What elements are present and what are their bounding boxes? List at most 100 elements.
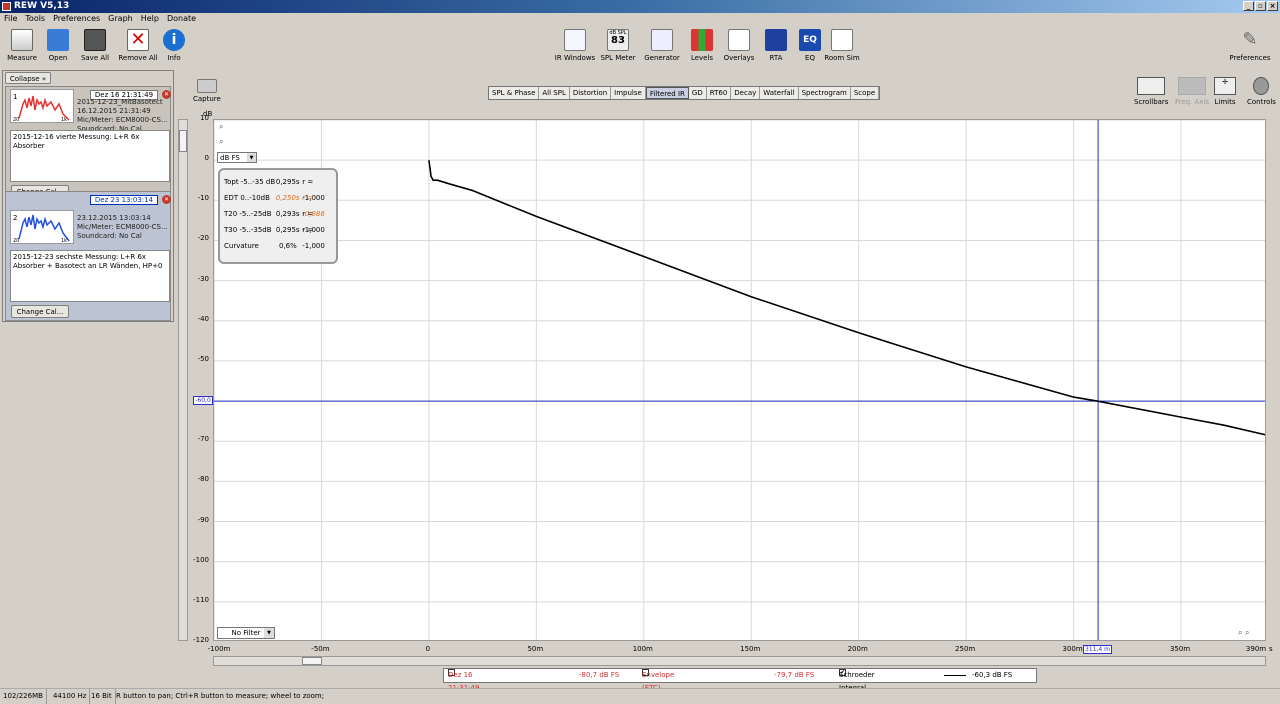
tab-scope[interactable]: Scope (850, 87, 880, 99)
maximize-button[interactable]: ▫ (1255, 1, 1266, 11)
menu-tools[interactable]: Tools (25, 13, 45, 25)
measurement-thumbnail: 1 20 1k (10, 89, 74, 123)
rta-icon (765, 29, 787, 51)
spl-meter-icon: dB SPL 83 (607, 29, 629, 51)
collapse-button[interactable]: Collapse « (5, 72, 51, 84)
x-tick-label: 250m (955, 645, 976, 653)
y-tick-label: 10 (200, 114, 209, 122)
tab-distortion[interactable]: Distortion (569, 87, 612, 99)
preferences-button[interactable]: ✎ Preferences (1228, 29, 1272, 62)
scrollbars-button[interactable]: Scrollbars (1134, 77, 1168, 106)
close-button[interactable]: × (1267, 1, 1278, 11)
y-tick-label: -120 (193, 636, 209, 644)
legend-value: -60,3 dB FS (972, 671, 1013, 679)
measurement-item-2[interactable]: Dez 23 13:03:14 ✕ 2 20 1k 23.12.2015 13:03… (5, 191, 171, 321)
menu-help[interactable]: Help (141, 13, 159, 25)
info-button[interactable]: i Info (152, 29, 196, 62)
y-tick-label: 0 (204, 154, 209, 163)
svg-text:1: 1 (13, 93, 17, 101)
window-title: REW V5,13 (14, 1, 70, 11)
tab-rt60[interactable]: RT60 (706, 87, 732, 99)
zoom-x-icon[interactable]: ⌕ ⌕ (1238, 628, 1250, 638)
status-hint: R button to pan; Ctrl+R button to measur… (116, 692, 325, 700)
delete-measurement-icon[interactable]: ✕ (162, 195, 171, 204)
measurement-notes[interactable]: 2015-12-16 vierte Messung: L+R 6x Absorb… (10, 130, 170, 182)
stat-row-t30: T30 -5..-35dB 0,295s r = -1,000 (224, 226, 325, 250)
legend-line-swatch (944, 675, 966, 676)
menu-graph[interactable]: Graph (108, 13, 133, 25)
overlays-icon (728, 29, 750, 51)
y-tick-label: -100 (193, 555, 209, 564)
toolbar: Measure Open Save All ✕ Remove All i Info … (0, 25, 1280, 70)
menu-bar: File Tools Preferences Graph Help Donate (0, 13, 1280, 25)
spl-meter-button[interactable]: dB SPL 83 SPL Meter (596, 29, 640, 62)
freq-axis-button: Freq. Axis (1175, 77, 1209, 106)
y-tick-label: -50 (197, 354, 209, 363)
ir-windows-icon (564, 29, 586, 51)
filter-select[interactable]: No Filter ▼ (217, 627, 275, 639)
legend-value: -80,7 dB FS (579, 671, 620, 679)
schroeder-chart (214, 120, 1265, 640)
x-tick-label: -100m (207, 645, 231, 653)
room-sim-button[interactable]: Room Sim (820, 29, 864, 62)
minimize-button[interactable]: _ (1243, 1, 1254, 11)
controls-button[interactable]: Controls (1247, 77, 1276, 106)
ir-windows-button[interactable]: IR Windows (553, 29, 597, 62)
tab-gd[interactable]: GD (688, 87, 707, 99)
measurement-info: 23.12.2015 13:03:14 Mic/Meter: ECM8000-C… (77, 214, 168, 240)
measurement-thumbnail: 2 20 1k (10, 210, 74, 244)
measurement-info: 2015-12-23_MitBasotect 16.12.2015 21:31:… (77, 98, 168, 133)
chevron-down-icon: ▼ (264, 628, 274, 638)
svg-text:2: 2 (13, 214, 17, 222)
thumbnail-plot: 2 20 1k (13, 214, 70, 244)
scroll-thumb[interactable] (179, 130, 187, 152)
stat-row-topt: Topt -5..-35 dB 0,295s r = -1,000 (224, 178, 325, 202)
measurement-panel: Collapse « Dez 16 21:31:49 ✕ 1 20 1k 2015-… (2, 70, 174, 322)
legend-bar: Dez 16 21:31:49 -80,7 dB FS Envelope (ET… (443, 668, 1037, 692)
status-memory: 102/226MB (0, 689, 47, 704)
cursor-x-readout: 311,4 m (1083, 645, 1112, 654)
graph-tabs: SPL & Phase All SPL Distortion Impulse F… (488, 86, 881, 100)
room-sim-icon (831, 29, 853, 51)
graph-plot-area[interactable] (213, 119, 1266, 641)
tab-filtered-ir[interactable]: Filtered IR (645, 87, 689, 99)
x-tick-label: 390m (1245, 645, 1267, 653)
series-line-schroeder-integral (428, 160, 1265, 436)
x-tick-label: 300m (1062, 645, 1083, 653)
capture-button[interactable]: Capture (193, 79, 221, 103)
x-tick-label: 350m (1169, 645, 1191, 653)
tab-spl-phase[interactable]: SPL & Phase (489, 87, 540, 99)
menu-file[interactable]: File (4, 13, 17, 25)
menu-preferences[interactable]: Preferences (53, 13, 100, 25)
window-controls: _ ▫ × (1243, 1, 1278, 11)
x-axis-unit: s (1269, 645, 1273, 653)
status-bar: 102/226MB 44100 Hz 16 Bit R button to pa… (0, 688, 1280, 704)
save-all-button[interactable]: Save All (73, 29, 117, 62)
horizontal-scrollbar[interactable] (213, 656, 1266, 666)
measurement-notes[interactable]: 2015-12-23 sechste Messung: L+R 6x Absor… (10, 250, 170, 302)
tab-spectrogram[interactable]: Spectrogram (798, 87, 851, 99)
menu-donate[interactable]: Donate (167, 13, 196, 25)
tab-all-spl[interactable]: All SPL (539, 87, 570, 99)
scrollbars-icon (1137, 77, 1166, 95)
zoom-in-icon[interactable]: ⌕ (219, 122, 223, 132)
tab-impulse[interactable]: Impulse (611, 87, 646, 99)
legend-value: -79,7 dB FS (774, 671, 815, 679)
unit-select[interactable]: dB FS ▼ (217, 152, 257, 163)
x-tick-label: 50m (527, 645, 544, 653)
y-tick-label: -90 (197, 515, 209, 524)
scroll-thumb[interactable] (302, 657, 322, 665)
limits-button[interactable]: ✛ Limits (1214, 77, 1236, 106)
zoom-out-icon[interactable]: ⌕ (219, 137, 223, 147)
measurement-item-1[interactable]: Dez 16 21:31:49 ✕ 1 20 1k 2015-12-23_MitBa… (5, 86, 171, 198)
x-tick-label: 100m (632, 645, 653, 653)
tab-decay[interactable]: Decay (731, 87, 761, 99)
measurement-date[interactable]: Dez 23 13:03:14 (90, 195, 158, 205)
freq-axis-icon (1177, 77, 1206, 95)
svg-text:20: 20 (13, 117, 19, 122)
y-tick-label: -70 (197, 435, 209, 444)
thumbnail-plot: 1 20 1k (13, 93, 70, 123)
generator-button[interactable]: Generator (640, 29, 684, 62)
tab-waterfall[interactable]: Waterfall (760, 87, 799, 99)
change-cal-button[interactable]: Change Cal... (11, 305, 69, 318)
